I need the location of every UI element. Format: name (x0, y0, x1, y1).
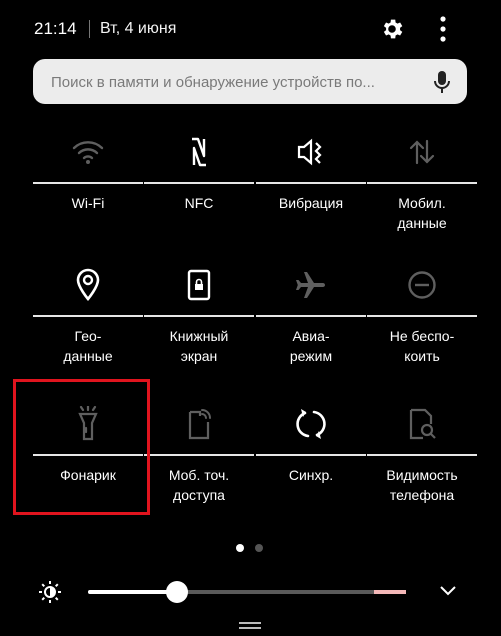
wifi-icon[interactable] (33, 131, 143, 173)
do-not-disturb-icon[interactable] (367, 264, 477, 306)
tile-vibration[interactable]: Вибрация (256, 125, 366, 245)
visibility-icon[interactable] (367, 403, 477, 445)
tile-label: Вибрация (278, 195, 344, 211)
tile-divider (144, 454, 254, 456)
tile-label: Wi-Fi (71, 195, 105, 211)
tile-divider (367, 315, 477, 317)
nfc-icon[interactable] (144, 131, 254, 173)
page-dot[interactable] (236, 544, 244, 552)
tile-label: Видимость телефона (386, 467, 458, 503)
tile-mobile-data[interactable]: Мобил. данные (367, 125, 477, 245)
tile-divider (144, 182, 254, 184)
brightness-high-zone (374, 590, 406, 594)
tile-divider (144, 315, 254, 317)
tile-location[interactable]: Гео- данные (33, 258, 143, 378)
tile-label: Гео- данные (63, 328, 113, 364)
drag-handle[interactable] (239, 622, 261, 630)
gear-icon[interactable] (379, 16, 405, 42)
tile-sync[interactable]: Синхр. (256, 397, 366, 517)
tile-label: Не беспо- коить (389, 328, 455, 364)
tile-airplane[interactable]: Авиа- режим (256, 258, 366, 378)
tile-divider (367, 182, 477, 184)
search-input[interactable] (49, 59, 433, 106)
mobile-data-icon[interactable] (367, 131, 477, 173)
tile-divider (367, 454, 477, 456)
airplane-icon[interactable] (256, 264, 366, 306)
status-bar: 21:14 Вт, 4 июня (0, 0, 501, 58)
tile-divider (33, 182, 143, 184)
chevron-down-icon[interactable] (438, 583, 458, 599)
tile-nfc[interactable]: NFC (144, 125, 254, 245)
separator (89, 20, 90, 38)
location-icon[interactable] (33, 264, 143, 306)
sync-icon[interactable] (256, 403, 366, 445)
tile-visibility[interactable]: Видимость телефона (367, 397, 477, 517)
clock: 21:14 (34, 19, 77, 38)
tile-label: Моб. точ. доступа (168, 467, 230, 503)
tile-wifi[interactable]: Wi-Fi (33, 125, 143, 245)
tile-label: Книжный экран (169, 328, 229, 364)
tile-label: Авиа- режим (289, 328, 333, 364)
hotspot-icon[interactable] (144, 403, 254, 445)
microphone-icon[interactable] (431, 70, 453, 94)
brightness-slider[interactable] (88, 581, 406, 603)
brightness-fill (88, 590, 178, 594)
tile-divider (256, 454, 366, 456)
brightness-icon (39, 581, 61, 603)
more-options-icon[interactable] (436, 14, 450, 44)
search-bar[interactable] (33, 59, 467, 106)
tile-label: Мобил. данные (397, 195, 447, 231)
vibration-icon[interactable] (256, 131, 366, 173)
tile-do-not-disturb[interactable]: Не беспо- коить (367, 258, 477, 378)
tile-divider (256, 315, 366, 317)
portrait-lock-icon[interactable] (144, 264, 254, 306)
tile-hotspot[interactable]: Моб. точ. доступа (144, 397, 254, 517)
date: Вт, 4 июня (100, 20, 177, 37)
highlight-frame (13, 379, 150, 515)
tile-divider (33, 315, 143, 317)
tile-label: Синхр. (288, 467, 334, 483)
tile-label: NFC (184, 195, 214, 211)
tile-portrait-lock[interactable]: Книжный экран (144, 258, 254, 378)
brightness-knob[interactable] (166, 581, 189, 603)
tile-divider (256, 182, 366, 184)
page-dot[interactable] (255, 544, 263, 552)
